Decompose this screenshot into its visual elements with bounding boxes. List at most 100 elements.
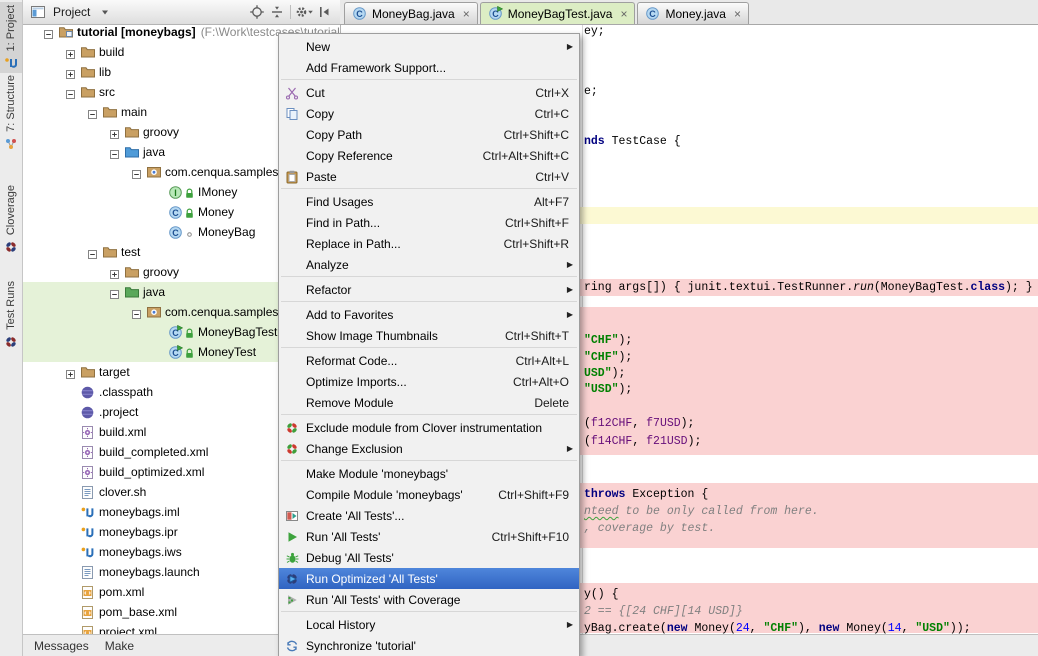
- expand-toggle-icon[interactable]: [110, 268, 119, 277]
- menu-item-copy-path[interactable]: Copy PathCtrl+Shift+C: [279, 124, 579, 145]
- menu-item-replace-in-path[interactable]: Replace in Path...Ctrl+Shift+R: [279, 233, 579, 254]
- tree-item-label: target: [99, 365, 130, 379]
- menu-item-label: Make Module 'moneybags': [306, 467, 448, 481]
- menu-item-create-all-tests[interactable]: Create 'All Tests'...: [279, 505, 579, 526]
- menu-item-run-optimized-all-tests[interactable]: Run Optimized 'All Tests': [279, 568, 579, 589]
- collapse-toggle-icon[interactable]: [132, 168, 141, 177]
- expand-toggle-icon[interactable]: [66, 68, 75, 77]
- menu-item-add-framework-support[interactable]: Add Framework Support...: [279, 57, 579, 78]
- settings-icon[interactable]: [294, 3, 314, 21]
- tree-item-label: MoneyTest: [198, 345, 256, 359]
- menu-item-label: Show Image Thumbnails: [306, 329, 438, 343]
- collapse-toggle-icon[interactable]: [44, 28, 53, 37]
- tool-button-7-structure[interactable]: 7: Structure: [0, 72, 22, 154]
- collapse-toggle-icon[interactable]: [132, 308, 141, 317]
- menu-item-copy[interactable]: CopyCtrl+C: [279, 103, 579, 124]
- tab-moneybagtest-java[interactable]: CMoneyBagTest.java×: [480, 2, 636, 24]
- tree-item-label: build.xml: [99, 425, 146, 439]
- menu-item-cut[interactable]: CutCtrl+X: [279, 82, 579, 103]
- collapse-toggle-icon[interactable]: [88, 108, 97, 117]
- sync-icon: [284, 639, 300, 653]
- menu-item-refactor[interactable]: Refactor▶: [279, 279, 579, 300]
- menu-item-shortcut: Ctrl+Shift+F: [505, 216, 569, 230]
- tree-item-label: MoneyBag: [198, 225, 255, 239]
- locate-icon[interactable]: [247, 3, 267, 21]
- tree-item-label: moneybags.ipr: [99, 525, 178, 539]
- tree-item-label: build_completed.xml: [99, 445, 208, 459]
- menu-item-label: Paste: [306, 170, 337, 184]
- close-icon[interactable]: ×: [463, 9, 470, 19]
- project-panel-header: Project: [22, 0, 340, 25]
- statusbar-tab-make[interactable]: Make: [97, 637, 142, 655]
- editor-tab-bar: CMoneyBag.java×CMoneyBagTest.java×CMoney…: [340, 0, 1038, 25]
- menu-item-remove-module[interactable]: Remove ModuleDelete: [279, 392, 579, 413]
- menu-item-reformat-code[interactable]: Reformat Code...Ctrl+Alt+L: [279, 350, 579, 371]
- collapse-toggle-icon[interactable]: [88, 248, 97, 257]
- menu-item-exclude-module-from-clover-instrumentation[interactable]: Exclude module from Clover instrumentati…: [279, 417, 579, 438]
- menu-item-icon-empty: [284, 375, 300, 389]
- menu-item-change-exclusion[interactable]: Change Exclusion▶: [279, 438, 579, 459]
- menu-item-show-image-thumbnails[interactable]: Show Image ThumbnailsCtrl+Shift+T: [279, 325, 579, 346]
- menu-item-paste[interactable]: PasteCtrl+V: [279, 166, 579, 187]
- menu-item-compile-module-moneybags[interactable]: Compile Module 'moneybags'Ctrl+Shift+F9: [279, 484, 579, 505]
- tree-item-label: pom.xml: [99, 585, 144, 599]
- menu-item-synchronize-tutorial[interactable]: Synchronize 'tutorial': [279, 635, 579, 656]
- collapse-all-icon[interactable]: [267, 3, 287, 21]
- menu-item-label: Add to Favorites: [306, 308, 393, 322]
- chevron-down-icon[interactable]: [95, 3, 115, 21]
- code-line: "USD");: [584, 382, 632, 397]
- close-icon[interactable]: ×: [620, 9, 627, 19]
- tool-button-cloverage[interactable]: Cloverage: [0, 182, 22, 257]
- expand-toggle-icon[interactable]: [110, 128, 119, 137]
- svg-text:I: I: [174, 187, 177, 197]
- menu-separator: [281, 611, 577, 612]
- menu-item-debug-all-tests[interactable]: Debug 'All Tests': [279, 547, 579, 568]
- panel-title[interactable]: Project: [53, 5, 90, 19]
- submenu-arrow-icon: ▶: [567, 42, 573, 51]
- expand-toggle-icon[interactable]: [66, 368, 75, 377]
- folder-icon: [102, 104, 118, 120]
- menu-item-new[interactable]: New▶: [279, 36, 579, 57]
- tool-button-1-project[interactable]: 1: Project: [0, 2, 22, 73]
- menu-item-label: Find in Path...: [306, 216, 380, 230]
- menu-item-make-module-moneybags[interactable]: Make Module 'moneybags': [279, 463, 579, 484]
- tree-item-label: build_optimized.xml: [99, 465, 204, 479]
- menu-item-run-all-tests-with-coverage[interactable]: Run 'All Tests' with Coverage: [279, 589, 579, 610]
- folder-icon: [124, 264, 140, 280]
- idea-file-icon: [80, 504, 96, 520]
- menu-item-optimize-imports[interactable]: Optimize Imports...Ctrl+Alt+O: [279, 371, 579, 392]
- tab-moneybag-java[interactable]: CMoneyBag.java×: [344, 2, 478, 24]
- submenu-arrow-icon: ▶: [567, 260, 573, 269]
- menu-item-icon-empty: [284, 128, 300, 142]
- tab-money-java[interactable]: CMoney.java×: [637, 2, 749, 24]
- code-line: y() {: [584, 587, 619, 602]
- ide-window: 1: Project7: Structure Cloverage Test Runs…: [0, 0, 1038, 656]
- hide-icon[interactable]: [314, 3, 334, 21]
- code-line: (f14CHF, f21USD);: [584, 434, 701, 449]
- menu-item-icon-empty: [284, 618, 300, 632]
- folder-icon: [102, 244, 118, 260]
- menu-item-shortcut: Ctrl+Shift+F10: [492, 530, 569, 544]
- menu-item-find-usages[interactable]: Find UsagesAlt+F7: [279, 191, 579, 212]
- collapse-toggle-icon[interactable]: [110, 288, 119, 297]
- menu-item-analyze[interactable]: Analyze▶: [279, 254, 579, 275]
- menu-separator: [281, 347, 577, 348]
- tree-item-label: java: [143, 285, 165, 299]
- statusbar-tab-messages[interactable]: Messages: [26, 637, 97, 655]
- menu-item-label: Remove Module: [306, 396, 393, 410]
- collapse-toggle-icon[interactable]: [66, 88, 75, 97]
- menu-item-copy-reference[interactable]: Copy ReferenceCtrl+Alt+Shift+C: [279, 145, 579, 166]
- submenu-arrow-icon: ▶: [567, 285, 573, 294]
- collapse-toggle-icon[interactable]: [110, 148, 119, 157]
- menu-item-local-history[interactable]: Local History▶: [279, 614, 579, 635]
- menu-item-label: Run 'All Tests': [306, 530, 380, 544]
- code-line: (f12CHF, f7USD);: [584, 416, 694, 431]
- menu-item-label: Compile Module 'moneybags': [306, 488, 463, 502]
- structure-icon: [4, 137, 18, 151]
- close-icon[interactable]: ×: [734, 9, 741, 19]
- tool-button-test-runs[interactable]: Test Runs: [0, 278, 22, 352]
- expand-toggle-icon[interactable]: [66, 48, 75, 57]
- menu-item-find-in-path[interactable]: Find in Path... Ctrl+Shift+F: [279, 212, 579, 233]
- menu-item-add-to-favorites[interactable]: Add to Favorites▶: [279, 304, 579, 325]
- menu-item-run-all-tests[interactable]: Run 'All Tests' Ctrl+Shift+F10: [279, 526, 579, 547]
